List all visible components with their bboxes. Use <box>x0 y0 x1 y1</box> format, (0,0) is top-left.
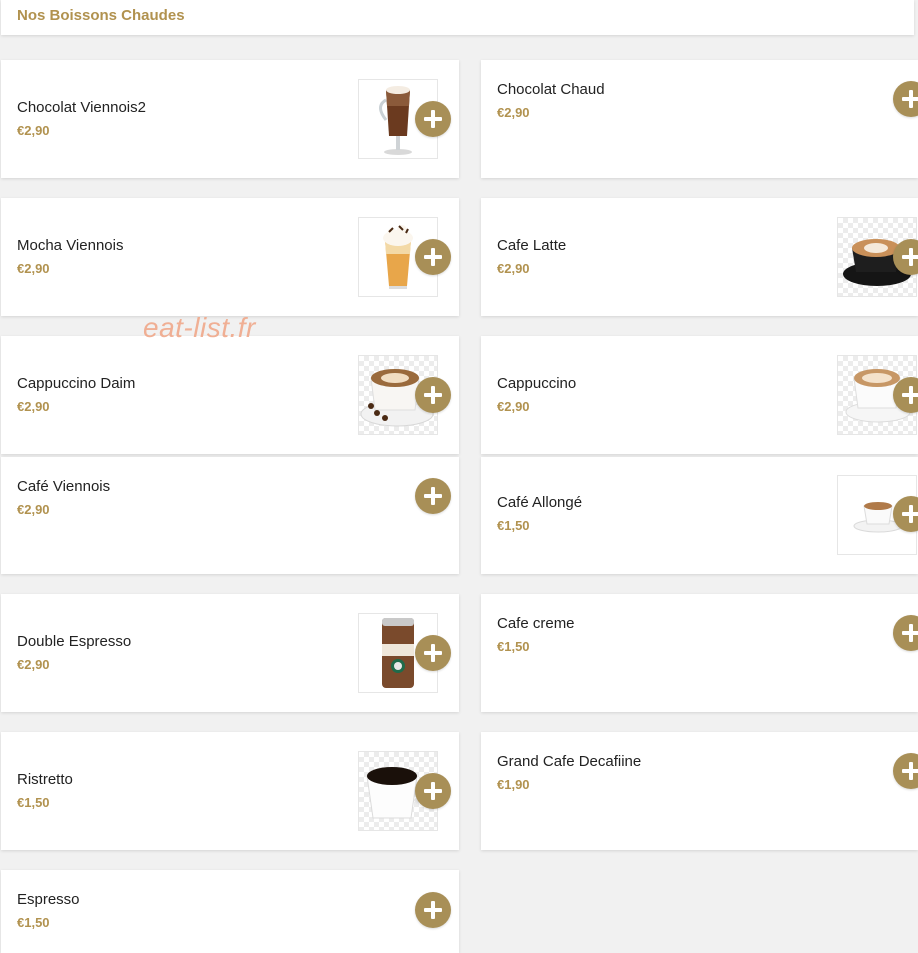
menu-item-card[interactable]: Espresso €1,50 <box>1 870 459 953</box>
item-price: €2,90 <box>17 502 50 517</box>
item-name: Cappuccino <box>497 375 577 392</box>
add-to-cart-button[interactable] <box>415 635 451 671</box>
menu-item-card[interactable]: Chocolat Chaud €2,90 <box>481 60 918 178</box>
item-name: Ristretto <box>17 771 73 788</box>
item-name: Café Allongé <box>497 494 583 511</box>
item-name: Cafe Latte <box>497 237 567 254</box>
item-name: Espresso <box>17 891 80 908</box>
menu-item-card[interactable]: Cafe creme €1,50 <box>481 594 918 712</box>
add-to-cart-button[interactable] <box>415 478 451 514</box>
add-to-cart-button[interactable] <box>415 892 451 928</box>
menu-item-card[interactable]: Cappuccino €2,90 <box>481 336 918 454</box>
item-name: Double Espresso <box>17 633 132 650</box>
item-price: €1,50 <box>497 518 530 533</box>
add-to-cart-button[interactable] <box>415 101 451 137</box>
add-to-cart-button[interactable] <box>415 773 451 809</box>
item-name: Cafe creme <box>497 615 575 632</box>
item-name: Chocolat Chaud <box>497 81 605 98</box>
item-price: €2,90 <box>497 261 530 276</box>
item-price: €1,50 <box>17 795 50 810</box>
item-price: €1,50 <box>17 915 50 930</box>
menu-item-card[interactable]: Cafe Latte €2,90 <box>481 198 918 316</box>
add-to-cart-button[interactable] <box>893 81 918 117</box>
add-to-cart-button[interactable] <box>893 615 918 651</box>
item-price: €1,50 <box>497 639 530 654</box>
item-name: Grand Cafe Decafiine <box>497 753 642 770</box>
section-title: Nos Boissons Chaudes <box>17 7 185 24</box>
add-to-cart-button[interactable] <box>415 377 451 413</box>
add-to-cart-button[interactable] <box>893 753 918 789</box>
section-header: Nos Boissons Chaudes <box>1 0 914 35</box>
item-name: Café Viennois <box>17 478 111 495</box>
menu-item-card[interactable]: Double Espresso €2,90 <box>1 594 459 712</box>
item-name: Mocha Viennois <box>17 237 124 254</box>
menu-item-card[interactable]: Café Allongé €1,50 <box>481 457 918 574</box>
item-price: €2,90 <box>17 399 50 414</box>
menu-item-card[interactable]: Café Viennois €2,90 <box>1 457 459 574</box>
item-price: €1,90 <box>497 777 530 792</box>
menu-item-card[interactable]: Chocolat Viennois2 €2,90 <box>1 60 459 178</box>
item-price: €2,90 <box>17 657 50 672</box>
menu-item-card[interactable]: Grand Cafe Decafiine €1,90 <box>481 732 918 850</box>
add-to-cart-button[interactable] <box>415 239 451 275</box>
item-name: Chocolat Viennois2 <box>17 99 146 116</box>
item-price: €2,90 <box>497 399 530 414</box>
menu-item-card[interactable]: Ristretto €1,50 <box>1 732 459 850</box>
item-price: €2,90 <box>17 261 50 276</box>
item-price: €2,90 <box>17 123 50 138</box>
item-name: Cappuccino Daim <box>17 375 136 392</box>
item-price: €2,90 <box>497 105 530 120</box>
menu-item-card[interactable]: Cappuccino Daim €2,90 <box>1 336 459 454</box>
menu-item-card[interactable]: Mocha Viennois €2,90 <box>1 198 459 316</box>
